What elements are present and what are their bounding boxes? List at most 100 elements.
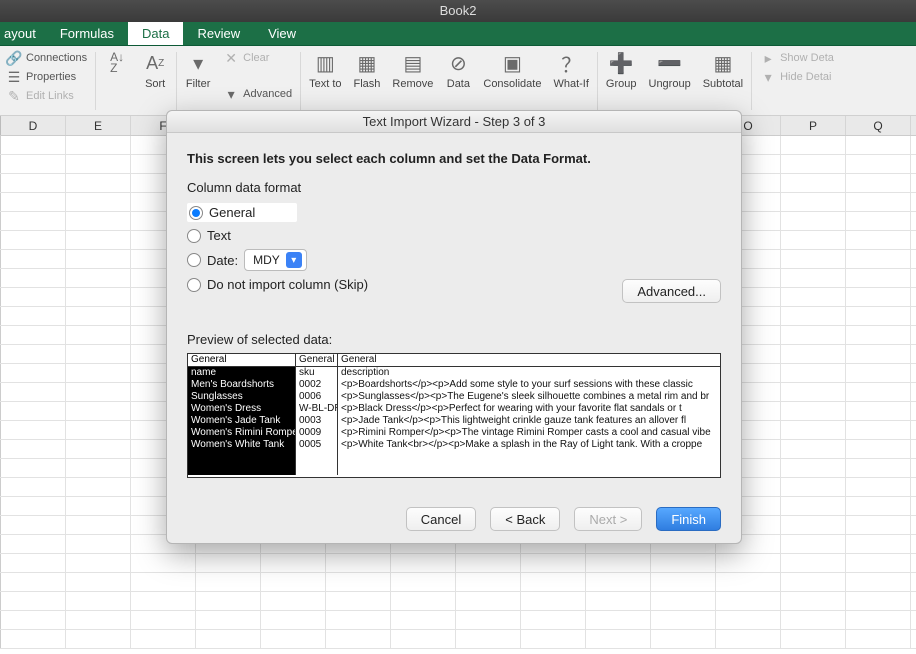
- cell[interactable]: [66, 269, 131, 287]
- cell[interactable]: [196, 573, 261, 591]
- cell[interactable]: [911, 231, 916, 249]
- tab-review[interactable]: Review: [183, 22, 254, 45]
- cell[interactable]: [1, 497, 66, 515]
- column-header[interactable]: Q: [846, 116, 911, 135]
- cell[interactable]: [131, 573, 196, 591]
- cell[interactable]: [391, 573, 456, 591]
- cell[interactable]: [1, 307, 66, 325]
- tab-view[interactable]: View: [254, 22, 310, 45]
- preview-pane[interactable]: General nameMen's BoardshortsSunglassesW…: [187, 353, 721, 478]
- flash-fill-button[interactable]: ▦Flash: [348, 46, 387, 94]
- sort-button[interactable]: AZSort: [136, 46, 174, 94]
- cell[interactable]: [911, 402, 916, 420]
- cell[interactable]: [456, 573, 521, 591]
- text-to-columns-button[interactable]: ▥Text to: [303, 46, 347, 94]
- radio-date[interactable]: Date: MDY ▾: [187, 249, 721, 271]
- cancel-button[interactable]: Cancel: [406, 507, 476, 531]
- cell[interactable]: [1, 193, 66, 211]
- cell[interactable]: [911, 516, 916, 534]
- cell[interactable]: [846, 193, 911, 211]
- cell[interactable]: [846, 611, 911, 629]
- cell[interactable]: [781, 497, 846, 515]
- cell[interactable]: [66, 345, 131, 363]
- cell[interactable]: [66, 231, 131, 249]
- cell[interactable]: [846, 402, 911, 420]
- cell[interactable]: [846, 269, 911, 287]
- cell[interactable]: [196, 630, 261, 648]
- cell[interactable]: [911, 421, 916, 439]
- cell[interactable]: [846, 212, 911, 230]
- tab-layout[interactable]: ayout: [0, 22, 46, 45]
- preview-col-2[interactable]: General description<p>Boardshorts</p><p>…: [338, 354, 720, 475]
- cell[interactable]: [1, 383, 66, 401]
- cell[interactable]: [716, 611, 781, 629]
- cell[interactable]: [1, 136, 66, 154]
- cell[interactable]: [781, 459, 846, 477]
- cell[interactable]: [1, 573, 66, 591]
- remove-duplicates-button[interactable]: ▤Remove: [386, 46, 439, 94]
- cell[interactable]: [196, 611, 261, 629]
- cell[interactable]: [911, 307, 916, 325]
- cell[interactable]: [846, 174, 911, 192]
- hide-detail-button[interactable]: ▾Hide Detai: [760, 69, 834, 85]
- cell[interactable]: [781, 326, 846, 344]
- cell[interactable]: [716, 554, 781, 572]
- cell[interactable]: [781, 573, 846, 591]
- cell[interactable]: [456, 630, 521, 648]
- cell[interactable]: [1, 155, 66, 173]
- cell[interactable]: [781, 250, 846, 268]
- cell[interactable]: [846, 573, 911, 591]
- cell[interactable]: [131, 611, 196, 629]
- advanced-button[interactable]: Advanced...: [622, 279, 721, 303]
- cell[interactable]: [846, 535, 911, 553]
- cell[interactable]: [521, 592, 586, 610]
- cell[interactable]: [846, 364, 911, 382]
- cell[interactable]: [261, 573, 326, 591]
- cell[interactable]: [456, 611, 521, 629]
- cell[interactable]: [781, 193, 846, 211]
- cell[interactable]: [911, 630, 916, 648]
- cell[interactable]: [846, 326, 911, 344]
- cell[interactable]: [326, 554, 391, 572]
- cell[interactable]: [261, 630, 326, 648]
- cell[interactable]: [1, 421, 66, 439]
- subtotal-button[interactable]: ▦Subtotal: [697, 46, 749, 94]
- back-button[interactable]: < Back: [490, 507, 560, 531]
- cell[interactable]: [911, 554, 916, 572]
- date-format-select[interactable]: MDY ▾: [244, 249, 307, 271]
- cell[interactable]: [781, 231, 846, 249]
- cell[interactable]: [846, 288, 911, 306]
- radio-text-input[interactable]: [187, 229, 201, 243]
- cell[interactable]: [1, 174, 66, 192]
- finish-button[interactable]: Finish: [656, 507, 721, 531]
- radio-general[interactable]: General: [187, 203, 297, 222]
- cell[interactable]: [66, 554, 131, 572]
- cell[interactable]: [911, 250, 916, 268]
- cell[interactable]: [781, 516, 846, 534]
- cell[interactable]: [781, 288, 846, 306]
- cell[interactable]: [66, 402, 131, 420]
- cell[interactable]: [846, 478, 911, 496]
- cell[interactable]: [66, 421, 131, 439]
- group-button[interactable]: ➕Group: [600, 46, 643, 94]
- cell[interactable]: [66, 288, 131, 306]
- cell[interactable]: [326, 630, 391, 648]
- cell[interactable]: [911, 383, 916, 401]
- cell[interactable]: [1, 364, 66, 382]
- cell[interactable]: [1, 478, 66, 496]
- radio-skip-input[interactable]: [187, 278, 201, 292]
- cell[interactable]: [846, 630, 911, 648]
- cell[interactable]: [911, 497, 916, 515]
- cell[interactable]: [781, 421, 846, 439]
- cell[interactable]: [1, 402, 66, 420]
- ungroup-button[interactable]: ➖Ungroup: [643, 46, 697, 94]
- cell[interactable]: [911, 459, 916, 477]
- cell[interactable]: [781, 345, 846, 363]
- clear-button[interactable]: ✕Clear: [223, 50, 292, 66]
- cell[interactable]: [391, 611, 456, 629]
- cell[interactable]: [521, 554, 586, 572]
- cell[interactable]: [66, 516, 131, 534]
- cell[interactable]: [911, 174, 916, 192]
- cell[interactable]: [66, 250, 131, 268]
- cell[interactable]: [846, 554, 911, 572]
